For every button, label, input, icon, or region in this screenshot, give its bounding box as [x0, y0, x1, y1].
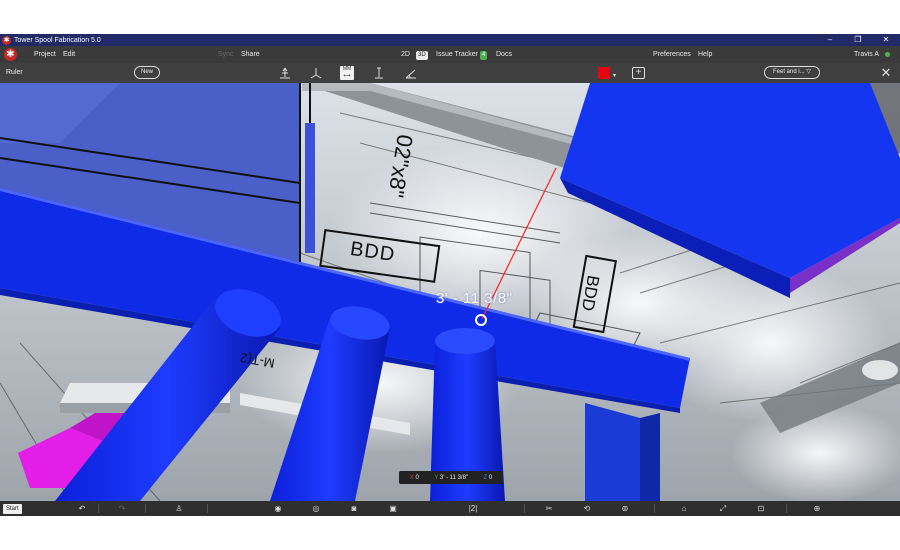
layers-icon[interactable]: ▣	[386, 501, 400, 516]
filter-icon: ▽	[806, 69, 811, 75]
divider	[145, 504, 146, 513]
add-comment-icon[interactable]: +	[632, 67, 645, 79]
divider	[524, 504, 525, 513]
vertical-icon[interactable]	[372, 66, 386, 80]
walk-icon[interactable]: ♙	[172, 501, 186, 516]
divider	[654, 504, 655, 513]
menu-docs[interactable]: Docs	[496, 46, 512, 63]
target-icon[interactable]: ⊡	[754, 501, 768, 516]
page-indicator[interactable]: |2|	[464, 501, 482, 516]
divider	[98, 504, 99, 513]
y-coordinate: Y 3' - 11 3/8"	[434, 475, 468, 481]
mode-2d[interactable]: 2D	[401, 46, 410, 63]
distance-icon[interactable]	[278, 66, 292, 80]
scissors-icon[interactable]: ✂	[542, 501, 556, 516]
x-coordinate: X 0	[410, 475, 419, 481]
active-tool-label: Ruler	[6, 69, 23, 76]
units-label: Feet and i...	[773, 69, 805, 75]
menu-edit[interactable]: Edit	[63, 46, 75, 63]
fit-view-icon[interactable]: ⤢	[716, 501, 730, 516]
menu-bar: ✱ Project Edit Sync Share 2D 3D Issue Tr…	[0, 46, 900, 63]
app-menu-logo-icon[interactable]: ✱	[4, 48, 17, 61]
divider	[207, 504, 208, 513]
app-window: ✱ Tower Spool Fabrication 5.0 – ❐ ✕ ✱ Pr…	[0, 34, 900, 516]
window-title: Tower Spool Fabrication 5.0	[14, 36, 101, 44]
user-status-dot	[885, 52, 890, 57]
divider	[786, 504, 787, 513]
home-icon[interactable]: ⌂	[677, 501, 691, 516]
isolate-icon[interactable]: ◙	[347, 501, 361, 516]
start-button[interactable]: Start	[3, 504, 22, 514]
new-button[interactable]: New	[134, 66, 160, 79]
menu-preferences[interactable]: Preferences	[653, 46, 691, 63]
mm-label: MM	[342, 66, 352, 72]
angle-measure-icon[interactable]	[404, 66, 418, 80]
section-box-icon[interactable]: ◎	[309, 501, 323, 516]
restore-icon[interactable]: ❐	[844, 34, 872, 46]
x-value: 0	[415, 474, 419, 481]
y-axis-label: Y	[434, 474, 439, 481]
z-coordinate: Z 0	[484, 475, 493, 481]
app-logo-icon: ✱	[2, 35, 11, 45]
angle-icon[interactable]	[309, 66, 323, 80]
bottom-toolbar: Start ↶ ↷ ♙ ◉ ◎ ◙ ▣ |2| ✂ ⟲ ⊚ ⌂ ⤢ ⊡ ⊕	[0, 501, 900, 516]
eye-icon[interactable]: ◉	[271, 501, 285, 516]
menu-help[interactable]: Help	[698, 46, 712, 63]
window-controls: – ❐ ✕	[816, 34, 900, 46]
title-bar: ✱ Tower Spool Fabrication 5.0 – ❐ ✕	[0, 34, 900, 46]
z-axis-label: Z	[483, 474, 488, 481]
z-value: 0	[488, 474, 493, 481]
mode-3d[interactable]: 3D	[416, 51, 428, 60]
units-dropdown[interactable]: Feet and i... ▽	[764, 66, 820, 79]
menu-project[interactable]: Project	[34, 46, 56, 63]
coordinate-readout: X 0 Y 3' - 11 3/8" Z 0	[399, 471, 503, 484]
measurement-label: 3' - 11 3/8"	[436, 290, 513, 307]
ruler-mm-icon[interactable]: MM ⟷	[340, 66, 354, 80]
minimize-icon[interactable]: –	[816, 34, 844, 46]
y-value: 3' - 11 3/8"	[439, 474, 469, 481]
globe-icon[interactable]: ⊕	[810, 501, 824, 516]
menu-issue-tracker[interactable]: Issue Tracker	[436, 46, 478, 63]
issue-count-badge: 4	[480, 51, 488, 60]
tool-bar: Ruler New MM ⟷ ▾ + Feet and i... ▽ ✕	[0, 63, 900, 83]
x-axis-label: X	[409, 474, 414, 481]
redo-icon[interactable]: ↷	[115, 501, 129, 516]
model-viewport[interactable]: 02"x8" BDD BDD M-T(2 3' - 11 3/8" X 0 Y …	[0, 83, 900, 501]
menu-share[interactable]: Share	[241, 46, 260, 63]
undo-icon[interactable]: ↶	[75, 501, 89, 516]
rotate-icon[interactable]: ⟲	[580, 501, 594, 516]
user-name[interactable]: Travis A	[854, 46, 879, 63]
zoom-icon[interactable]: ⊚	[618, 501, 632, 516]
color-swatch[interactable]	[598, 67, 610, 79]
close-tool-icon[interactable]: ✕	[879, 66, 893, 80]
menu-sync[interactable]: Sync	[218, 46, 234, 63]
close-window-icon[interactable]: ✕	[872, 34, 900, 46]
